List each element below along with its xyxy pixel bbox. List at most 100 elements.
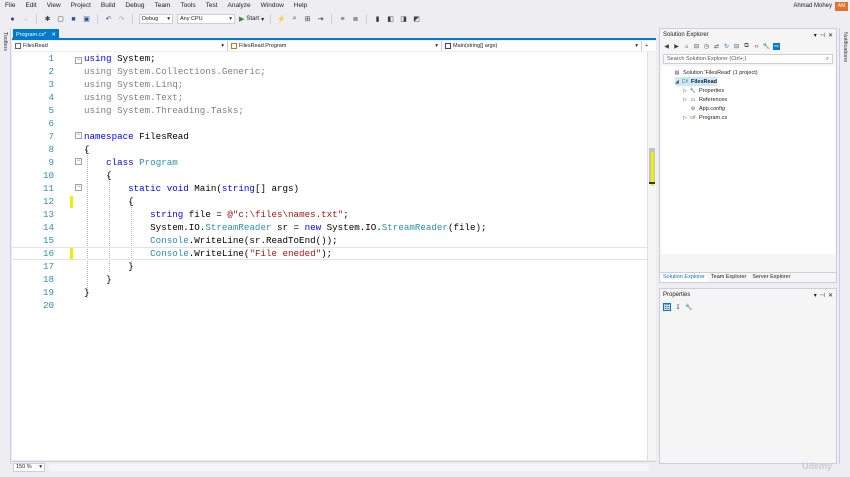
code-text: { [84, 144, 90, 155]
open-file-icon[interactable]: ▢ [56, 15, 65, 24]
tab-server-explorer[interactable]: Server Explorer [749, 273, 793, 282]
browser-link-icon[interactable]: ⚡ [277, 15, 286, 24]
undo-icon[interactable]: ↶ [104, 15, 113, 24]
code-line[interactable]: 6 [12, 117, 647, 130]
menu-analyze[interactable]: Analyze [223, 0, 256, 12]
code-line[interactable]: 18 } [12, 273, 647, 286]
comment-icon[interactable]: ≡ [338, 15, 347, 24]
tree-item[interactable]: ⚙ App.config [683, 104, 725, 113]
code-line[interactable]: 11 static void Main(string[] args) [12, 182, 647, 195]
code-line[interactable]: 8{ [12, 143, 647, 156]
property-pages-icon[interactable]: 🔧 [685, 303, 693, 311]
solution-config-dropdown[interactable]: Debug ▾ [139, 14, 173, 24]
prev-bookmark-icon[interactable]: ◧ [386, 15, 395, 24]
close-icon[interactable]: ✕ [828, 32, 833, 39]
clear-bookmarks-icon[interactable]: ◩ [412, 15, 421, 24]
toolbox-strip[interactable]: Toolbox [0, 28, 11, 464]
tree-item[interactable]: ◢ C# FilesRead [675, 77, 717, 86]
line-number: 10 [42, 170, 54, 181]
step-icon[interactable]: ⇥ [316, 15, 325, 24]
code-line[interactable]: 9 class Program [12, 156, 647, 169]
code-editor[interactable]: − − − − 1 using System; 2 using System.Coll… [12, 52, 647, 460]
collapse-all-icon[interactable]: ⊟ [733, 43, 740, 50]
new-project-icon[interactable]: ✱ [43, 15, 52, 24]
tab-program-cs[interactable]: Program.cs* ✕ [13, 29, 59, 40]
menu-tools[interactable]: Tools [175, 0, 200, 12]
menu-view[interactable]: View [42, 0, 66, 12]
code-line[interactable]: 16 Console.WriteLine("File eneded"); [12, 247, 647, 260]
pending-changes-icon[interactable]: ◷ [703, 43, 710, 50]
menu-build[interactable]: Build [96, 0, 120, 12]
menu-test[interactable]: Test [201, 0, 223, 12]
show-all-files-icon[interactable]: ⧉ [743, 43, 750, 50]
tree-item[interactable]: ▷ 🔧 Properties [683, 86, 724, 95]
menu-project[interactable]: Project [66, 0, 96, 12]
code-line[interactable]: 5 using System.Threading.Tasks; [12, 104, 647, 117]
solution-search-input[interactable]: Search Solution Explorer (Ctrl+;) ⌕ [663, 54, 833, 64]
menu-debug[interactable]: Debug [120, 0, 149, 12]
bookmark-icon[interactable]: ▮ [373, 15, 382, 24]
class-dropdown[interactable]: FilesRead.Program ▾ [228, 41, 442, 51]
switch-views-icon[interactable]: ⊟ [693, 43, 700, 50]
code-line[interactable]: 1 using System; [12, 52, 647, 65]
preview-selected-icon[interactable]: ⇨ [773, 43, 780, 50]
close-icon[interactable]: ✕ [828, 292, 833, 299]
next-bookmark-icon[interactable]: ◨ [399, 15, 408, 24]
project-dropdown[interactable]: FilesRead ▾ [12, 41, 228, 51]
pane-menu-icon[interactable]: ▾ [814, 292, 817, 299]
bookmark-nav-icon[interactable]: ⊞ [303, 15, 312, 24]
menu-help[interactable]: Help [289, 0, 312, 12]
user-name[interactable]: Ahmad Mohey [793, 0, 832, 12]
notifications-strip[interactable]: Notifications [839, 28, 850, 464]
pin-icon[interactable]: ⊣ [820, 292, 825, 299]
properties-icon[interactable]: 🔧 [763, 43, 770, 50]
code-line[interactable]: 2 using System.Collections.Generic; [12, 65, 647, 78]
view-code-icon[interactable]: ‹› [753, 43, 760, 50]
tab-team-explorer[interactable]: Team Explorer [708, 273, 749, 282]
redo-icon[interactable]: ↷ [117, 15, 126, 24]
code-line[interactable]: 4 using System.Text; [12, 91, 647, 104]
back-icon[interactable]: ● [8, 15, 17, 24]
forward-icon[interactable]: ▶ [673, 43, 680, 50]
pin-icon[interactable]: ⊣ [820, 32, 825, 39]
close-icon[interactable]: ✕ [51, 32, 56, 38]
tree-item[interactable]: ▷ ▭ References [683, 95, 727, 104]
sync-icon[interactable]: ⇄ [713, 43, 720, 50]
editor-vertical-scrollbar[interactable] [647, 52, 656, 460]
code-line[interactable]: 20 [12, 299, 647, 312]
code-line[interactable]: 10 { [12, 169, 647, 182]
code-line[interactable]: 12 { [12, 195, 647, 208]
categorized-icon[interactable]: ☷ [663, 303, 671, 311]
alphabetical-icon[interactable]: ↧ [674, 303, 682, 311]
tree-item[interactable]: ▷ c# Program.cs [683, 113, 727, 122]
menu-team[interactable]: Team [150, 0, 176, 12]
save-icon[interactable]: ■ [69, 15, 78, 24]
zoom-dropdown[interactable]: 150 % ▾ [13, 462, 45, 472]
start-button[interactable]: ▶ Start ▾ [239, 15, 264, 23]
user-avatar[interactable]: AM [835, 2, 848, 11]
code-line[interactable]: 7 namespace FilesRead [12, 130, 647, 143]
find-icon[interactable]: ⌕ [290, 15, 299, 24]
code-line[interactable]: 14 System.IO.StreamReader sr = new Syste… [12, 221, 647, 234]
code-line[interactable]: 15 Console.WriteLine(sr.ReadToEnd()); [12, 234, 647, 247]
code-line[interactable]: 3 using System.Linq; [12, 78, 647, 91]
code-line[interactable]: 19} [12, 286, 647, 299]
platform-dropdown[interactable]: Any CPU ▾ [177, 14, 235, 24]
uncomment-icon[interactable]: ≣ [351, 15, 360, 24]
member-dropdown[interactable]: Main(string[] args) ▾ [442, 41, 642, 51]
menu-file[interactable]: File [0, 0, 20, 12]
menu-edit[interactable]: Edit [20, 0, 41, 12]
code-line[interactable]: 13 string file = @"c:\files\names.txt"; [12, 208, 647, 221]
menu-window[interactable]: Window [256, 0, 289, 12]
back-icon[interactable]: ◀ [663, 43, 670, 50]
editor-horizontal-scrollbar[interactable] [49, 463, 649, 471]
pane-menu-icon[interactable]: ▾ [814, 32, 817, 39]
tab-solution-explorer[interactable]: Solution Explorer [660, 273, 708, 282]
refresh-icon[interactable]: ↻ [723, 43, 730, 50]
home-icon[interactable]: ⌂ [683, 43, 690, 50]
save-all-icon[interactable]: ▣ [82, 15, 91, 24]
forward-icon[interactable]: → [21, 15, 30, 24]
tree-item[interactable]: ▤ Solution 'FilesRead' (1 project) [667, 68, 758, 77]
code-line[interactable]: 17 } [12, 260, 647, 273]
split-window-icon[interactable]: + [642, 41, 656, 51]
